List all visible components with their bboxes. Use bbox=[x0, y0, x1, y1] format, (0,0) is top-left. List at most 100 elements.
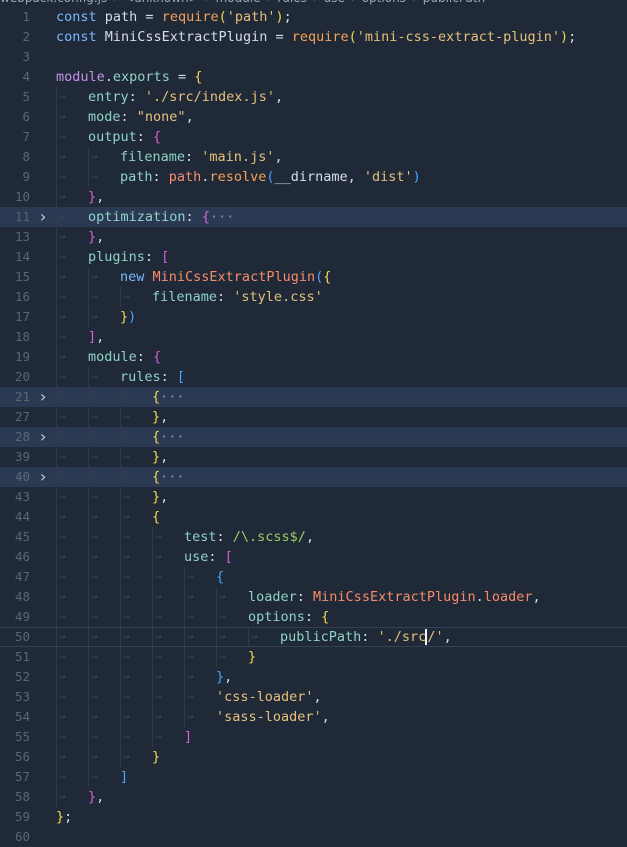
tab-whitespace-icon: → bbox=[155, 730, 162, 743]
indent-guide bbox=[184, 647, 185, 667]
code-line[interactable]: 51 → → → → → →} bbox=[0, 647, 627, 667]
code-line[interactable]: 19 → module: { bbox=[0, 347, 627, 367]
tab-whitespace-icon: → bbox=[59, 250, 66, 263]
line-number: 14 bbox=[14, 249, 30, 264]
line-number: 21 bbox=[14, 389, 30, 404]
tab-whitespace-icon: → bbox=[91, 750, 98, 763]
fold-chevron-icon[interactable]: › bbox=[37, 427, 49, 447]
code-line[interactable]: 6 → mode: "none", bbox=[0, 107, 627, 127]
code-line[interactable]: 21 › → → → {··· bbox=[0, 387, 627, 407]
indent-guide bbox=[184, 667, 185, 687]
tab-whitespace-icon: → bbox=[187, 570, 194, 583]
code-line[interactable]: 9 → → path: path.resolve(__dirname, 'dist') bbox=[0, 167, 627, 187]
code-text: }; bbox=[56, 809, 73, 825]
tab-whitespace-icon: → bbox=[123, 410, 130, 423]
code-line[interactable]: 28 › → → → {··· bbox=[0, 427, 627, 447]
code-line[interactable]: 55 → → → →] bbox=[0, 727, 627, 747]
indent-guide bbox=[56, 367, 57, 387]
indent-guide bbox=[216, 587, 217, 607]
tab-whitespace-icon: → bbox=[155, 590, 162, 603]
code-line[interactable]: 16 → → → filename: 'style.css' bbox=[0, 287, 627, 307]
code-text: ] bbox=[184, 729, 193, 745]
code-line[interactable]: 1 const path = require('path'); bbox=[0, 7, 627, 27]
tab-whitespace-icon: → bbox=[91, 570, 98, 583]
line-number: 57 bbox=[14, 769, 30, 784]
code-text: module: { bbox=[88, 349, 162, 365]
code-line[interactable]: 60 bbox=[0, 827, 627, 847]
indent-guide bbox=[88, 587, 89, 607]
code-line[interactable]: 2 const MiniCssExtractPlugin = require('m… bbox=[0, 27, 627, 47]
code-line[interactable]: 56 → → →} bbox=[0, 747, 627, 767]
code-line[interactable]: 27 → → →}, bbox=[0, 407, 627, 427]
code-line[interactable]: 50 → → → → → → → publicPath: './src/', bbox=[0, 627, 627, 647]
code-line[interactable]: 7 → output: { bbox=[0, 127, 627, 147]
code-line[interactable]: 17 → →}) bbox=[0, 307, 627, 327]
code-line[interactable]: 4 module.exports = { bbox=[0, 67, 627, 87]
code-text: } bbox=[152, 749, 161, 765]
code-line[interactable]: 43 → → →}, bbox=[0, 487, 627, 507]
code-line[interactable]: 46 → → → → use: [ bbox=[0, 547, 627, 567]
code-text: }, bbox=[152, 449, 169, 465]
tab-whitespace-icon: → bbox=[59, 510, 66, 523]
fold-chevron-icon[interactable]: › bbox=[37, 387, 49, 407]
indent-guide bbox=[184, 567, 185, 587]
code-line[interactable]: 15 → → new MiniCssExtractPlugin({ bbox=[0, 267, 627, 287]
tab-whitespace-icon: → bbox=[59, 170, 66, 183]
code-line[interactable]: 3 bbox=[0, 47, 627, 67]
indent-guide bbox=[120, 387, 121, 407]
code-line[interactable]: 53 → → → → → 'css-loader', bbox=[0, 687, 627, 707]
line-number: 51 bbox=[14, 649, 30, 664]
line-number: 15 bbox=[14, 269, 30, 284]
indent-guide bbox=[120, 447, 121, 467]
code-line[interactable]: 47 → → → → → { bbox=[0, 567, 627, 587]
indent-guide bbox=[88, 627, 89, 647]
code-line[interactable]: 8 → → filename: 'main.js', bbox=[0, 147, 627, 167]
code-line[interactable]: 10 →}, bbox=[0, 187, 627, 207]
code-line[interactable]: 44 → → → { bbox=[0, 507, 627, 527]
code-text: ], bbox=[88, 329, 105, 345]
code-line[interactable]: 54 → → → → → 'sass-loader', bbox=[0, 707, 627, 727]
indent-guide bbox=[152, 727, 153, 747]
code-line[interactable]: 20 → → rules: [ bbox=[0, 367, 627, 387]
code-line[interactable]: 48 → → → → → → loader: MiniCssExtractPlugin.loa… bbox=[0, 587, 627, 607]
code-line[interactable]: 40 › → → → {··· bbox=[0, 467, 627, 487]
indent-guide bbox=[120, 287, 121, 307]
indent-guide bbox=[88, 747, 89, 767]
code-text: test: /\.scss$/, bbox=[184, 529, 315, 545]
tab-whitespace-icon: → bbox=[59, 650, 66, 663]
code-line[interactable]: 5 → entry: './src/index.js', bbox=[0, 87, 627, 107]
code-line[interactable]: 57 → →] bbox=[0, 767, 627, 787]
code-line[interactable]: 13 →}, bbox=[0, 227, 627, 247]
tab-whitespace-icon: → bbox=[59, 450, 66, 463]
code-editor[interactable]: 1 const path = require('path'); 2 const Min… bbox=[0, 0, 627, 844]
code-text: loader: MiniCssExtractPlugin.loader, bbox=[248, 589, 541, 605]
code-line[interactable]: 18 →], bbox=[0, 327, 627, 347]
tab-whitespace-icon: → bbox=[123, 450, 130, 463]
code-line[interactable]: 49 → → → → → → options: { bbox=[0, 607, 627, 627]
indent-guide bbox=[56, 447, 57, 467]
code-line[interactable]: 39 → → →}, bbox=[0, 447, 627, 467]
indent-guide bbox=[56, 527, 57, 547]
indent-guide bbox=[120, 747, 121, 767]
tab-whitespace-icon: → bbox=[91, 510, 98, 523]
code-line[interactable]: 14 → plugins: [ bbox=[0, 247, 627, 267]
indent-guide bbox=[56, 507, 57, 527]
tab-whitespace-icon: → bbox=[59, 530, 66, 543]
tab-whitespace-icon: → bbox=[123, 530, 130, 543]
line-number: 1 bbox=[22, 9, 30, 24]
fold-chevron-icon[interactable]: › bbox=[37, 207, 49, 227]
tab-whitespace-icon: → bbox=[123, 610, 130, 623]
indent-guide bbox=[56, 547, 57, 567]
tab-whitespace-icon: → bbox=[59, 490, 66, 503]
tab-whitespace-icon: → bbox=[155, 710, 162, 723]
code-line[interactable]: 52 → → → → →}, bbox=[0, 667, 627, 687]
tab-whitespace-icon: → bbox=[59, 630, 66, 643]
indent-guide bbox=[88, 667, 89, 687]
indent-guide bbox=[88, 487, 89, 507]
code-line[interactable]: 45 → → → → test: /\.scss$/, bbox=[0, 527, 627, 547]
code-line[interactable]: 58 →}, bbox=[0, 787, 627, 807]
code-line[interactable]: 11 › → optimization: {··· bbox=[0, 207, 627, 227]
tab-whitespace-icon: → bbox=[123, 670, 130, 683]
fold-chevron-icon[interactable]: › bbox=[37, 467, 49, 487]
code-line[interactable]: 59}; bbox=[0, 807, 627, 827]
